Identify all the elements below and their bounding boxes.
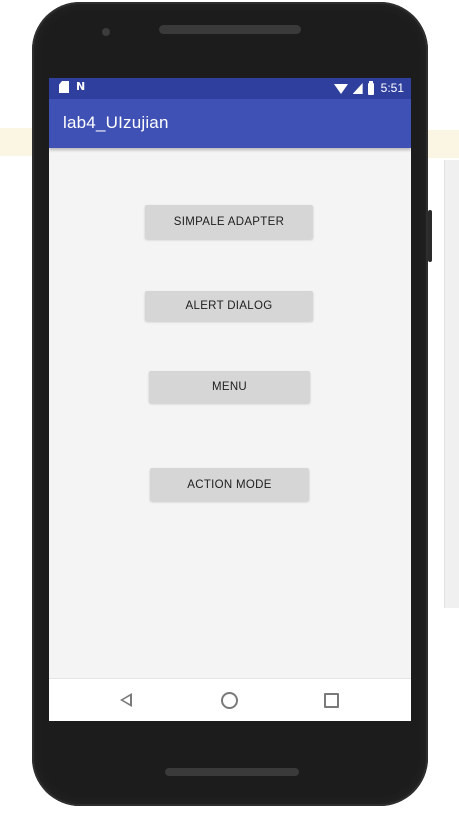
action-mode-button[interactable]: ACTION MODE xyxy=(150,468,309,501)
alert-dialog-button[interactable]: ALERT DIALOG xyxy=(145,291,313,321)
front-camera-icon xyxy=(102,28,110,36)
status-notification-icons: N xyxy=(59,81,85,93)
bottom-speaker-grille xyxy=(165,768,299,776)
sim-card-icon xyxy=(59,81,69,93)
back-icon[interactable] xyxy=(120,693,132,707)
background-highlight-strip xyxy=(0,128,34,156)
wifi-icon xyxy=(333,84,348,94)
n-notification-icon: N xyxy=(76,80,86,93)
main-content: SIMPALE ADAPTER ALERT DIALOG MENU ACTION… xyxy=(49,148,411,678)
status-bar: N 5:51 xyxy=(49,78,411,99)
stage: N 5:51 lab4_UIzujian SIMPALE ADAPTER ALE… xyxy=(0,0,459,820)
side-power-button xyxy=(428,210,432,262)
battery-icon xyxy=(367,80,374,95)
background-highlight-strip xyxy=(428,130,459,158)
status-time: 5:51 xyxy=(380,81,404,95)
menu-button[interactable]: MENU xyxy=(149,371,310,403)
recents-icon[interactable] xyxy=(324,693,339,708)
home-icon[interactable] xyxy=(221,692,238,709)
top-speaker-grille xyxy=(159,25,301,34)
background-scrollbar xyxy=(444,160,459,608)
device-screen: N 5:51 lab4_UIzujian SIMPALE ADAPTER ALE… xyxy=(49,78,411,721)
simpale-adapter-button[interactable]: SIMPALE ADAPTER xyxy=(145,205,313,239)
app-title: lab4_UIzujian xyxy=(63,113,169,132)
status-system-icons: 5:51 xyxy=(333,80,404,97)
app-toolbar: lab4_UIzujian xyxy=(49,99,411,148)
signal-icon xyxy=(352,83,363,94)
navigation-bar xyxy=(49,678,411,721)
